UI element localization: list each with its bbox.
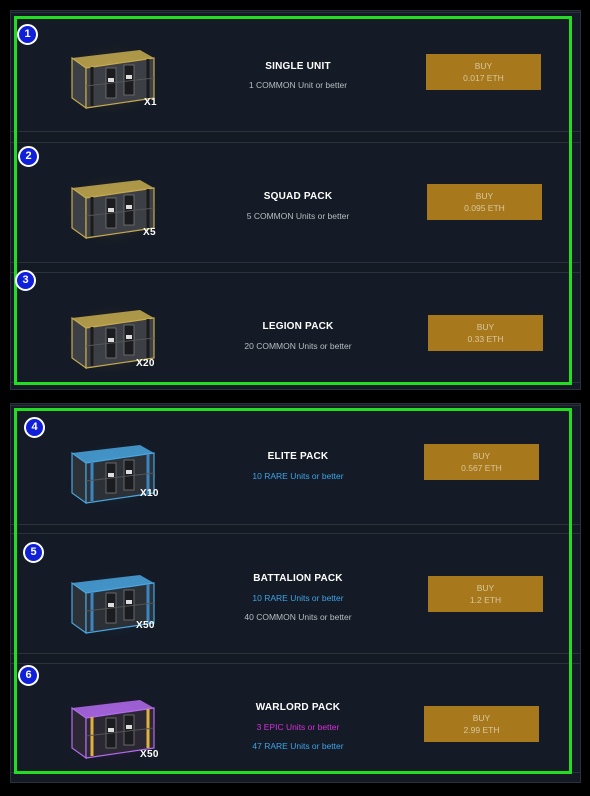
buy-label: BUY [475,191,494,201]
buy-label: BUY [476,322,495,332]
pack-quantity: X50 [136,620,155,631]
pack-contents-line: 20 COMMON Units or better [244,341,352,351]
pack-number-badge: 3 [15,270,36,291]
buy-button[interactable]: BUY 0.33 ETH [428,315,543,351]
gold-crate-icon [62,170,162,251]
pack-contents-line: 10 RARE Units or better [252,593,344,603]
buy-button[interactable]: BUY 0.095 ETH [427,184,542,220]
pack-title: LEGION PACK [262,321,334,332]
buy-button[interactable]: BUY 0.567 ETH [424,444,539,480]
pack-contents-line: 3 EPIC Units or better [256,722,340,732]
blue-crate-icon [62,435,162,516]
pack-number-badge: 1 [17,24,38,45]
pack-title: SQUAD PACK [263,191,333,202]
buy-label: BUY [474,61,493,71]
price-label: 1.2 ETH [469,595,502,605]
price-label: 2.99 ETH [463,725,500,735]
gold-crate-icon [62,40,162,121]
pack-contents-line: 40 COMMON Units or better [244,612,352,622]
price-label: 0.33 ETH [467,334,504,344]
buy-button[interactable]: BUY 1.2 ETH [428,576,543,612]
buy-label: BUY [472,451,491,461]
buy-button[interactable]: BUY 0.017 ETH [426,54,541,90]
pack-number-badge: 4 [24,417,45,438]
buy-label: BUY [476,583,495,593]
price-label: 0.567 ETH [461,463,502,473]
buy-label: BUY [472,713,491,723]
pack-contents-line: 5 COMMON Units or better [246,211,350,221]
pack-title: ELITE PACK [267,451,329,462]
pack-quantity: X1 [144,97,157,108]
pack-title: WARLORD PACK [255,702,341,713]
pack-quantity: X10 [140,488,159,499]
pack-quantity: X20 [136,358,155,369]
price-label: 0.095 ETH [464,203,505,213]
pack-title: BATTALION PACK [253,573,343,584]
pack-title: SINGLE UNIT [265,61,331,72]
pack-contents-line: 1 COMMON Unit or better [248,80,348,90]
pack-quantity: X50 [140,749,159,760]
blue-crate-icon [62,565,162,646]
pack-quantity: X5 [143,227,156,238]
pack-number-badge: 5 [23,542,44,563]
pack-contents-line: 47 RARE Units or better [252,741,344,751]
pack-contents-line: 10 RARE Units or better [252,471,344,481]
price-label: 0.017 ETH [463,73,504,83]
buy-button[interactable]: BUY 2.99 ETH [424,706,539,742]
pack-number-badge: 2 [18,146,39,167]
pack-number-badge: 6 [18,665,39,686]
